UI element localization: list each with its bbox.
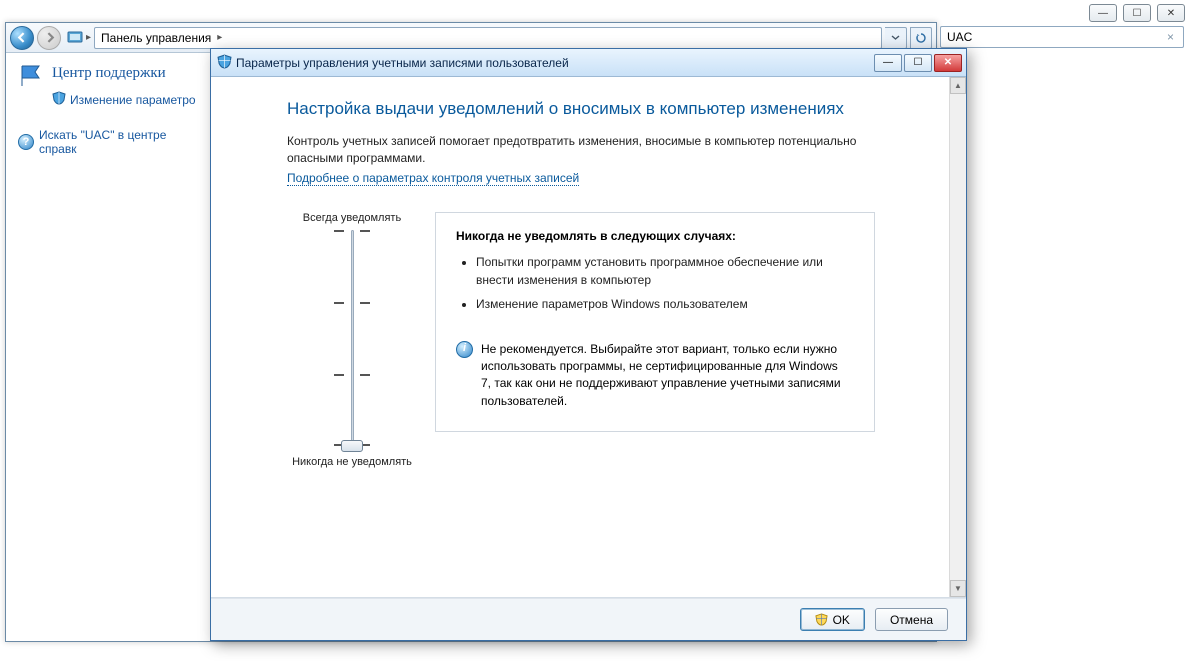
dialog-description: Контроль учетных записей помогает предот… bbox=[287, 133, 907, 167]
breadcrumb-sep-icon: ▸ bbox=[86, 32, 91, 43]
help-search-link[interactable]: ? Искать "UAC" в центре справк bbox=[18, 128, 207, 156]
scroll-down-button[interactable]: ▼ bbox=[950, 580, 966, 597]
level-description-panel: Никогда не уведомлять в следующих случая… bbox=[435, 212, 875, 432]
system-icon bbox=[66, 30, 84, 46]
shield-icon bbox=[52, 91, 66, 108]
nav-forward-button[interactable] bbox=[37, 26, 61, 50]
nav-back-button[interactable] bbox=[10, 26, 34, 50]
ok-button[interactable]: OK bbox=[800, 608, 865, 631]
slider-thumb[interactable] bbox=[341, 440, 363, 452]
dialog-button-bar: OK Отмена bbox=[211, 598, 966, 640]
scroll-up-button[interactable]: ▲ bbox=[950, 77, 966, 94]
app-minimize-button[interactable]: — bbox=[1089, 4, 1117, 22]
refresh-button[interactable] bbox=[910, 27, 932, 49]
dialog-heading: Настройка выдачи уведомлений о вносимых … bbox=[287, 99, 926, 119]
search-value: UAC bbox=[947, 30, 972, 44]
dialog-body: Настройка выдачи уведомлений о вносимых … bbox=[211, 77, 966, 598]
dialog-scrollbar[interactable]: ▲ ▼ bbox=[949, 77, 966, 597]
uac-dialog: Параметры управления учетными записями п… bbox=[210, 48, 967, 641]
breadcrumb-item[interactable]: Панель управления bbox=[101, 31, 211, 45]
dialog-close-button[interactable]: ✕ bbox=[934, 54, 962, 72]
cancel-button-label: Отмена bbox=[890, 613, 933, 627]
history-dropdown-button[interactable] bbox=[885, 27, 907, 49]
search-input[interactable]: UAC × bbox=[940, 26, 1184, 48]
dialog-minimize-button[interactable]: — bbox=[874, 54, 902, 72]
help-icon: ? bbox=[18, 134, 34, 150]
app-maximize-button[interactable]: ☐ bbox=[1123, 4, 1151, 22]
breadcrumb-sep-icon: ▸ bbox=[217, 32, 222, 43]
panel-list-item: Попытки программ установить программное … bbox=[476, 253, 836, 289]
dialog-title: Параметры управления учетными записями п… bbox=[236, 56, 569, 70]
sidebar: Центр поддержки Изменение параметро ? Ис… bbox=[6, 53, 216, 641]
app-close-button[interactable]: ✕ bbox=[1157, 4, 1185, 22]
clear-search-icon[interactable]: × bbox=[1164, 30, 1177, 44]
uac-slider[interactable] bbox=[330, 230, 374, 450]
panel-heading: Никогда не уведомлять в следующих случая… bbox=[456, 229, 856, 243]
help-link-text: Искать "UAC" в центре справк bbox=[39, 128, 207, 156]
dialog-maximize-button[interactable]: ☐ bbox=[904, 54, 932, 72]
sidebar-title: Центр поддержки bbox=[52, 65, 166, 82]
dialog-titlebar[interactable]: Параметры управления учетными записями п… bbox=[211, 49, 966, 77]
sidebar-subtitle-link[interactable]: Изменение параметро bbox=[52, 91, 207, 108]
ok-button-label: OK bbox=[833, 613, 850, 627]
shield-icon bbox=[217, 54, 232, 72]
sidebar-subtitle-text: Изменение параметро bbox=[70, 93, 196, 107]
panel-note-text: Не рекомендуется. Выбирайте этот вариант… bbox=[481, 341, 846, 411]
address-path[interactable]: Панель управления ▸ bbox=[94, 27, 882, 49]
slider-top-label: Всегда уведомлять bbox=[303, 212, 401, 224]
cancel-button[interactable]: Отмена bbox=[875, 608, 948, 631]
info-icon: i bbox=[456, 341, 473, 358]
shield-icon bbox=[815, 613, 828, 626]
panel-list-item: Изменение параметров Windows пользовател… bbox=[476, 295, 836, 313]
learn-more-link[interactable]: Подробнее о параметрах контроля учетных … bbox=[287, 171, 579, 186]
action-center-flag-icon bbox=[18, 63, 44, 89]
slider-bottom-label: Никогда не уведомлять bbox=[292, 456, 412, 468]
